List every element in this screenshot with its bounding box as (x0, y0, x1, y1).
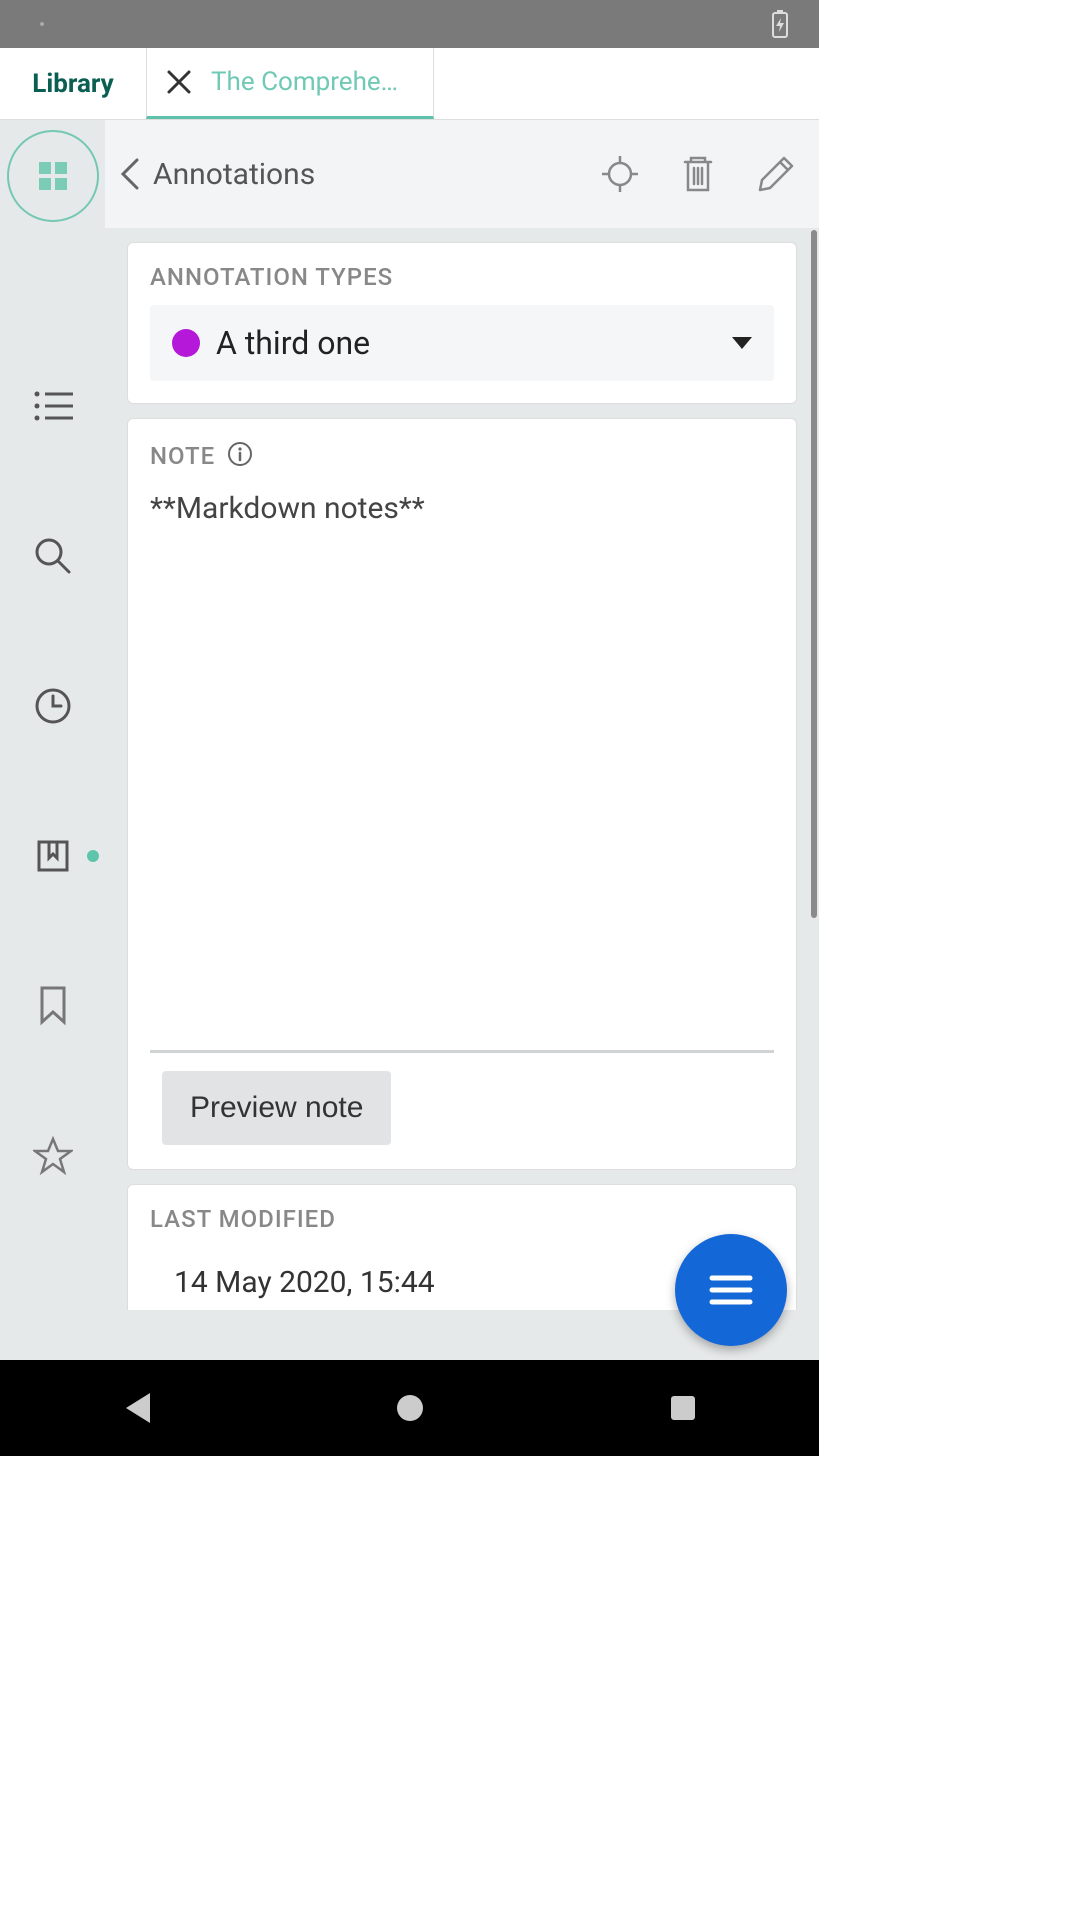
scrollbar[interactable] (811, 230, 817, 918)
detail-header: Annotations (105, 120, 819, 228)
nav-recent-button[interactable] (653, 1378, 713, 1438)
preview-note-button[interactable]: Preview note (162, 1071, 391, 1145)
status-bar (0, 0, 819, 48)
bookmark-collection-icon (33, 836, 73, 876)
battery-icon (771, 10, 789, 38)
nav-back-button[interactable] (107, 1378, 167, 1438)
tabs-row: Library The Comprehe… (0, 48, 819, 120)
close-icon[interactable] (165, 68, 193, 96)
nav-back-icon (122, 1391, 152, 1425)
main-content: Annotations (105, 120, 819, 1360)
info-icon[interactable] (227, 441, 253, 471)
annotation-types-card: ANNOTATION TYPES A third one (127, 242, 797, 404)
bookmark-icon (38, 986, 68, 1026)
header-title: Annotations (153, 157, 315, 192)
status-dot-icon (40, 22, 44, 26)
tab-document-title: The Comprehe… (211, 67, 398, 97)
menu-icon (708, 1272, 754, 1308)
annotation-types-label: ANNOTATION TYPES (150, 263, 774, 291)
caret-down-icon (732, 337, 752, 349)
list-icon (33, 390, 73, 422)
back-button[interactable]: Annotations (111, 156, 315, 192)
fab-menu-button[interactable] (675, 1234, 787, 1346)
active-indicator-icon (87, 850, 99, 862)
note-label: NOTE (150, 442, 215, 470)
trash-icon (681, 154, 715, 194)
sidebar (0, 120, 105, 1360)
system-nav-bar (0, 1360, 819, 1456)
sidebar-item-bookmarks[interactable] (27, 980, 79, 1032)
pencil-icon (756, 154, 796, 194)
tab-library-label: Library (32, 69, 113, 99)
star-icon (33, 1136, 73, 1176)
delete-annotation-button[interactable] (675, 151, 721, 197)
nav-home-button[interactable] (380, 1378, 440, 1438)
grid-icon (35, 158, 71, 194)
last-modified-label: LAST MODIFIED (150, 1205, 774, 1233)
sidebar-item-search[interactable] (27, 530, 79, 582)
annotation-color-swatch (172, 329, 200, 357)
annotation-type-selected: A third one (216, 324, 716, 362)
nav-home-icon (394, 1392, 426, 1424)
body: Annotations (0, 120, 819, 1360)
annotation-type-dropdown[interactable]: A third one (150, 305, 774, 381)
nav-recent-icon (669, 1394, 697, 1422)
crosshair-icon (601, 155, 639, 193)
tab-library[interactable]: Library (0, 48, 146, 119)
grid-view-button[interactable] (7, 130, 99, 222)
search-icon (33, 536, 73, 576)
sidebar-item-favorites[interactable] (27, 1130, 79, 1182)
sidebar-item-recent[interactable] (27, 680, 79, 732)
locate-annotation-button[interactable] (597, 151, 643, 197)
sidebar-item-annotations[interactable] (27, 830, 79, 882)
sidebar-item-toc[interactable] (27, 380, 79, 432)
note-textarea[interactable] (150, 485, 774, 1053)
edit-annotation-button[interactable] (753, 151, 799, 197)
clock-icon (33, 686, 73, 726)
tab-document[interactable]: The Comprehe… (146, 48, 434, 119)
note-card: NOTE Preview note (127, 418, 797, 1170)
chevron-left-icon (119, 156, 141, 192)
